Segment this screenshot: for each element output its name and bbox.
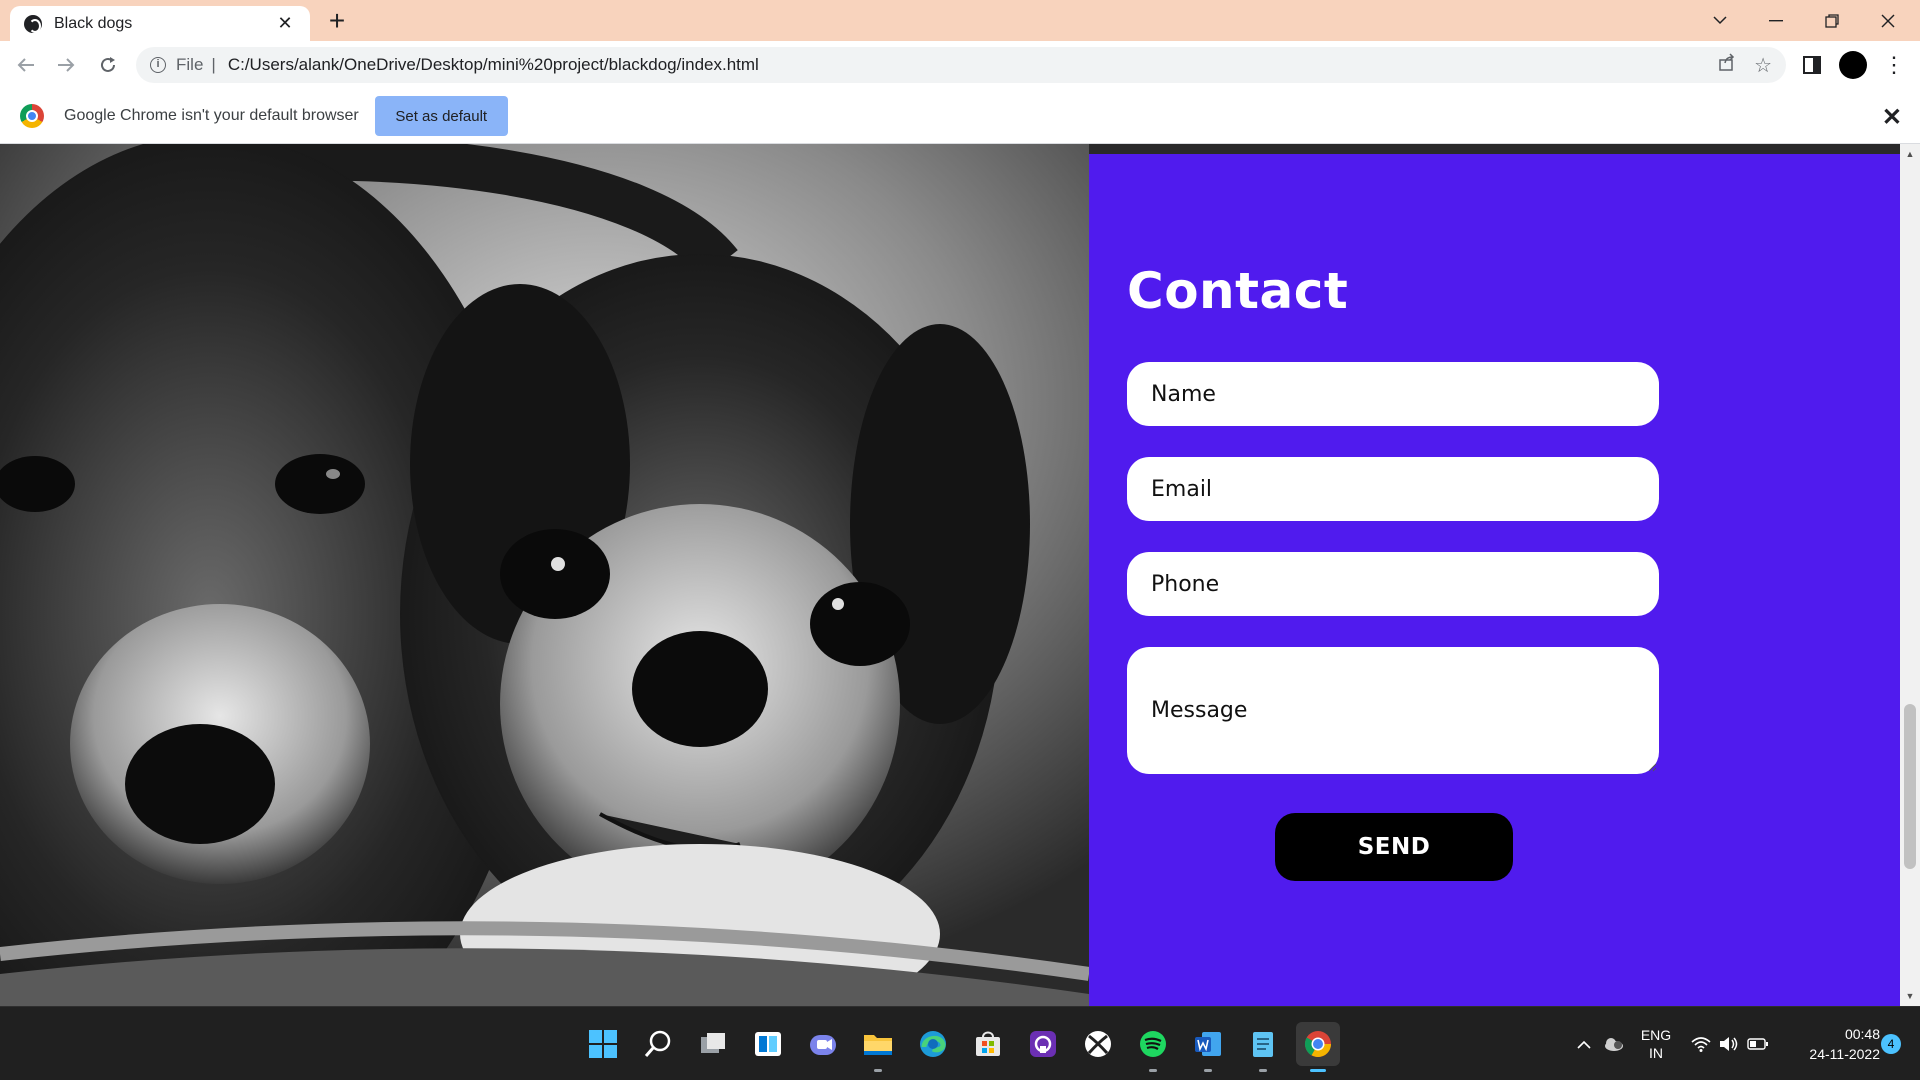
reload-icon[interactable] bbox=[92, 49, 124, 81]
scrollbar-thumb[interactable] bbox=[1904, 704, 1916, 869]
address-bar[interactable]: i File | C:/Users/alank/OneDrive/Desktop… bbox=[136, 47, 1786, 83]
forward-arrow-icon[interactable] bbox=[50, 49, 82, 81]
notification-center[interactable]: 4 bbox=[1876, 1007, 1906, 1080]
tab-search-chevron-icon[interactable] bbox=[1692, 0, 1748, 41]
restore-button[interactable] bbox=[1804, 0, 1860, 41]
search-icon[interactable] bbox=[636, 1022, 680, 1066]
edge-icon[interactable] bbox=[911, 1022, 955, 1066]
browser-tab[interactable]: Black dogs ✕ bbox=[10, 6, 310, 41]
word-icon[interactable] bbox=[1186, 1022, 1230, 1072]
set-as-default-button[interactable]: Set as default bbox=[374, 96, 508, 136]
tab-close-icon[interactable]: ✕ bbox=[274, 13, 296, 34]
contact-section: Contact Name Email Phone Message SEND bbox=[1089, 154, 1900, 1006]
app-icon[interactable] bbox=[1021, 1022, 1065, 1066]
resize-handle-icon[interactable] bbox=[1648, 763, 1657, 772]
windows-taskbar: ENG IN 00:48 24-11-2022 4 bbox=[0, 1006, 1920, 1080]
xbox-icon[interactable] bbox=[1076, 1022, 1120, 1066]
bookmark-star-icon[interactable]: ☆ bbox=[1754, 53, 1772, 78]
widgets-icon[interactable] bbox=[746, 1022, 790, 1066]
more-menu-icon[interactable]: ⋮ bbox=[1880, 49, 1908, 81]
file-explorer-icon[interactable] bbox=[856, 1022, 900, 1072]
infobar-message: Google Chrome isn't your default browser bbox=[64, 107, 359, 124]
name-input[interactable]: Name bbox=[1127, 362, 1659, 426]
back-arrow-icon[interactable] bbox=[10, 49, 42, 81]
battery-icon[interactable] bbox=[1744, 1007, 1772, 1080]
minimize-button[interactable] bbox=[1748, 0, 1804, 41]
site-info-icon[interactable]: i bbox=[150, 57, 166, 73]
onedrive-cloud-icon[interactable] bbox=[1600, 1007, 1628, 1080]
wifi-icon[interactable] bbox=[1688, 1007, 1714, 1080]
region-label: IN bbox=[1649, 1045, 1663, 1061]
send-button[interactable]: SEND bbox=[1275, 813, 1513, 881]
side-panel-icon[interactable] bbox=[1798, 49, 1826, 81]
close-window-button[interactable] bbox=[1860, 0, 1916, 41]
profile-avatar[interactable] bbox=[1838, 49, 1868, 81]
store-icon[interactable] bbox=[966, 1022, 1010, 1066]
default-browser-infobar: Google Chrome isn't your default browser… bbox=[0, 89, 1920, 144]
infobar-close-icon[interactable]: ✕ bbox=[1882, 103, 1902, 132]
tab-title: Black dogs bbox=[54, 14, 133, 32]
web-page: Contact Name Email Phone Message SEND bbox=[0, 144, 1900, 1006]
address-url[interactable]: C:/Users/alank/OneDrive/Desktop/mini%20p… bbox=[228, 55, 1700, 75]
clock-date: 24-11-2022 bbox=[1809, 1046, 1880, 1062]
task-view-icon[interactable] bbox=[691, 1022, 735, 1066]
phone-input[interactable]: Phone bbox=[1127, 552, 1659, 616]
clock-time: 00:48 bbox=[1844, 1026, 1880, 1042]
language-label: ENG bbox=[1640, 1027, 1672, 1043]
contact-heading: Contact bbox=[1127, 262, 1349, 320]
volume-icon[interactable] bbox=[1716, 1007, 1742, 1080]
page-scrollbar[interactable]: ▲ ▼ bbox=[1900, 144, 1920, 1006]
notepad-icon[interactable] bbox=[1241, 1022, 1285, 1072]
email-input[interactable]: Email bbox=[1127, 457, 1659, 521]
globe-favicon-icon bbox=[24, 14, 42, 33]
message-textarea[interactable]: Message bbox=[1127, 647, 1659, 774]
section-divider-strip bbox=[1089, 144, 1900, 154]
scroll-up-arrow-icon[interactable]: ▲ bbox=[1900, 146, 1920, 162]
scroll-down-arrow-icon[interactable]: ▼ bbox=[1900, 988, 1920, 1004]
address-separator: | bbox=[211, 55, 216, 74]
tab-strip: Black dogs ✕ + bbox=[0, 0, 1920, 41]
clock[interactable]: 00:48 24-11-2022 bbox=[1784, 1007, 1880, 1080]
address-scheme: File bbox=[176, 55, 204, 74]
show-hidden-icons-chevron-icon[interactable] bbox=[1572, 1007, 1596, 1080]
black-dogs-photo bbox=[0, 144, 1089, 1006]
teams-chat-icon[interactable] bbox=[801, 1022, 845, 1066]
windows-start-icon[interactable] bbox=[581, 1022, 625, 1066]
notification-badge: 4 bbox=[1881, 1034, 1901, 1054]
language-indicator[interactable]: ENG IN bbox=[1636, 1007, 1676, 1080]
message-placeholder: Message bbox=[1151, 698, 1248, 723]
spotify-icon[interactable] bbox=[1131, 1022, 1175, 1072]
chrome-icon[interactable] bbox=[1296, 1022, 1340, 1072]
new-tab-button[interactable]: + bbox=[322, 6, 352, 36]
browser-toolbar: i File | C:/Users/alank/OneDrive/Desktop… bbox=[0, 41, 1920, 89]
share-icon[interactable] bbox=[1718, 53, 1736, 77]
chrome-logo-icon bbox=[20, 104, 44, 128]
